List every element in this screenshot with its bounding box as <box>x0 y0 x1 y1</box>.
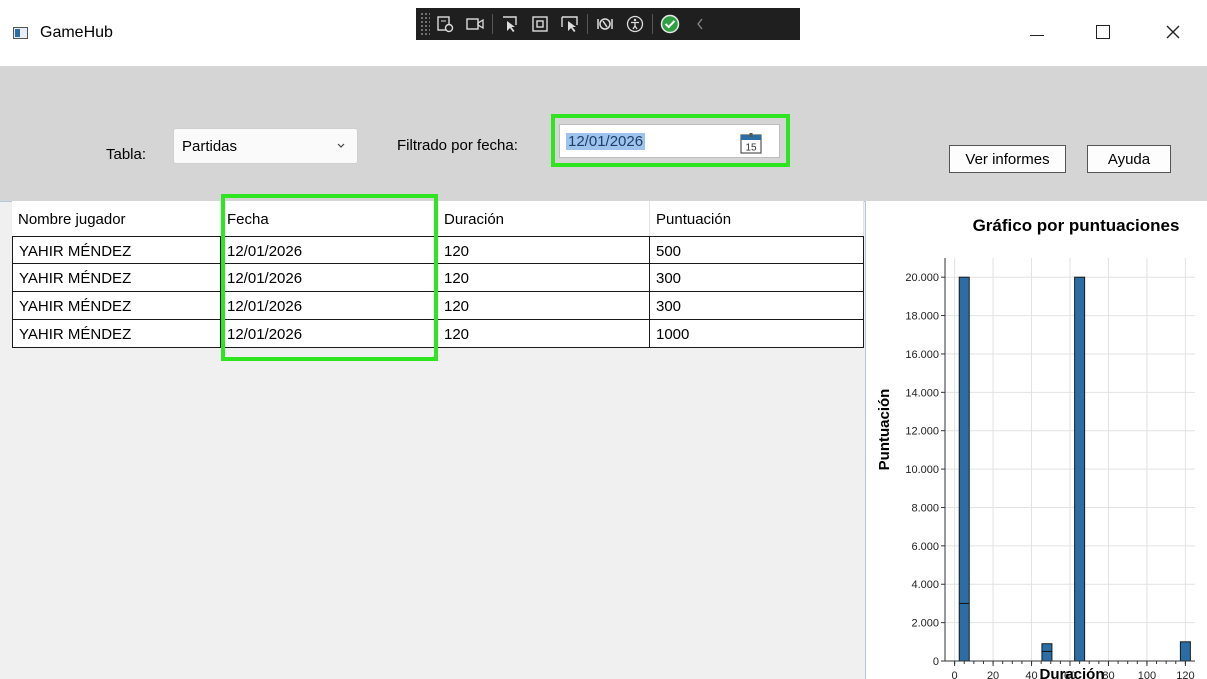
select-element-icon[interactable] <box>495 12 525 36</box>
table-row[interactable]: YAHIR MÉNDEZ 12/01/2026 120 1000 <box>12 320 864 348</box>
x-tick-label: 40 <box>1025 670 1037 679</box>
column-header-duracion[interactable]: Duración <box>438 201 650 236</box>
table-row[interactable]: YAHIR MÉNDEZ 12/01/2026 120 300 <box>12 264 864 292</box>
debug-toolbar <box>416 8 800 40</box>
chart-bar <box>1074 276 1086 662</box>
y-tick-label: 6.000 <box>911 541 939 553</box>
y-tick-label: 12.000 <box>905 426 939 438</box>
chart-bar <box>1179 641 1191 662</box>
column-header-puntuacion[interactable]: Puntuación <box>650 201 864 236</box>
cell-nombre[interactable]: YAHIR MÉNDEZ <box>12 292 221 320</box>
x-tick-label: 0 <box>952 670 958 679</box>
cell-puntuacion[interactable]: 300 <box>650 292 864 320</box>
y-tick-label: 14.000 <box>905 387 939 399</box>
y-tick-label: 0 <box>933 656 939 668</box>
cell-nombre[interactable]: YAHIR MÉNDEZ <box>12 264 221 292</box>
tabla-combobox[interactable]: Partidas <box>173 128 358 164</box>
tabla-label: Tabla: <box>106 146 147 163</box>
minimize-icon <box>1030 34 1044 36</box>
x-tick-label: 100 <box>1138 670 1156 679</box>
cell-puntuacion[interactable]: 1000 <box>650 320 864 348</box>
filtro-fecha-label: Filtrado por fecha: <box>397 137 518 154</box>
chart-bar <box>1041 643 1053 662</box>
column-header-fecha[interactable]: Fecha <box>221 201 438 236</box>
minimize-button[interactable] <box>1014 12 1060 52</box>
ver-informes-button[interactable]: Ver informes <box>949 145 1066 173</box>
cell-nombre[interactable]: YAHIR MÉNDEZ <box>12 236 221 264</box>
cell-fecha[interactable]: 12/01/2026 <box>221 264 438 292</box>
y-tick-label: 18.000 <box>905 311 939 323</box>
collapse-toolbar-icon[interactable] <box>685 12 715 36</box>
y-tick-label: 20.000 <box>905 272 939 284</box>
chevron-down-icon <box>337 143 345 148</box>
track-focus-icon[interactable] <box>555 12 585 36</box>
cell-puntuacion[interactable]: 300 <box>650 264 864 292</box>
maximize-button[interactable] <box>1080 12 1126 52</box>
accessibility-icon[interactable] <box>620 12 650 36</box>
grip-handle-icon[interactable] <box>420 12 430 36</box>
live-visual-tree-icon[interactable] <box>430 12 460 36</box>
cell-duracion[interactable]: 120 <box>438 236 650 264</box>
maximize-icon <box>1096 25 1110 39</box>
record-video-icon[interactable] <box>460 12 490 36</box>
date-filter-highlight <box>551 114 790 167</box>
y-tick-label: 10.000 <box>905 464 939 476</box>
chart-title: Gráfico por puntuaciones <box>973 216 1180 235</box>
app-icon <box>13 27 28 39</box>
puntuaciones-chart: Gráfico por puntuaciones 0 2.000 4.000 6.000… <box>866 201 1207 679</box>
cell-nombre[interactable]: YAHIR MÉNDEZ <box>12 320 221 348</box>
cell-duracion[interactable]: 120 <box>438 320 650 348</box>
column-header-nombre[interactable]: Nombre jugador <box>12 201 221 236</box>
y-tick-label: 2.000 <box>911 618 939 630</box>
tabla-selected-value: Partidas <box>182 138 238 155</box>
cell-duracion[interactable]: 120 <box>438 292 650 320</box>
ayuda-button[interactable]: Ayuda <box>1087 145 1171 173</box>
y-axis-title: Puntuación <box>876 389 893 471</box>
close-button[interactable] <box>1150 12 1196 52</box>
x-tick-label: 120 <box>1176 670 1194 679</box>
x-axis-title: Duración <box>1039 666 1104 679</box>
table-row[interactable]: YAHIR MÉNDEZ 12/01/2026 120 300 <box>12 292 864 320</box>
y-tick-label: 4.000 <box>911 579 939 591</box>
cell-fecha[interactable]: 12/01/2026 <box>221 320 438 348</box>
grid-header: Nombre jugador Fecha Duración Puntuación <box>0 201 866 236</box>
y-tick-label: 16.000 <box>905 349 939 361</box>
close-icon <box>1166 25 1180 39</box>
cell-duracion[interactable]: 120 <box>438 264 650 292</box>
binding-check-icon[interactable] <box>655 12 685 36</box>
cell-puntuacion[interactable]: 500 <box>650 236 864 264</box>
cell-fecha[interactable]: 12/01/2026 <box>221 236 438 264</box>
chart-svg: Gráfico por puntuaciones 0 2.000 4.000 6.000… <box>876 216 1195 679</box>
table-row[interactable]: YAHIR MÉNDEZ 12/01/2026 120 500 <box>12 236 864 264</box>
title-bar: GameHub <box>0 0 1207 66</box>
y-tick-label: 8.000 <box>911 502 939 514</box>
hot-reload-icon[interactable] <box>590 12 620 36</box>
x-tick-label: 20 <box>987 670 999 679</box>
window-title: GameHub <box>40 24 113 41</box>
cell-fecha[interactable]: 12/01/2026 <box>221 292 438 320</box>
display-layout-adorners-icon[interactable] <box>525 12 555 36</box>
